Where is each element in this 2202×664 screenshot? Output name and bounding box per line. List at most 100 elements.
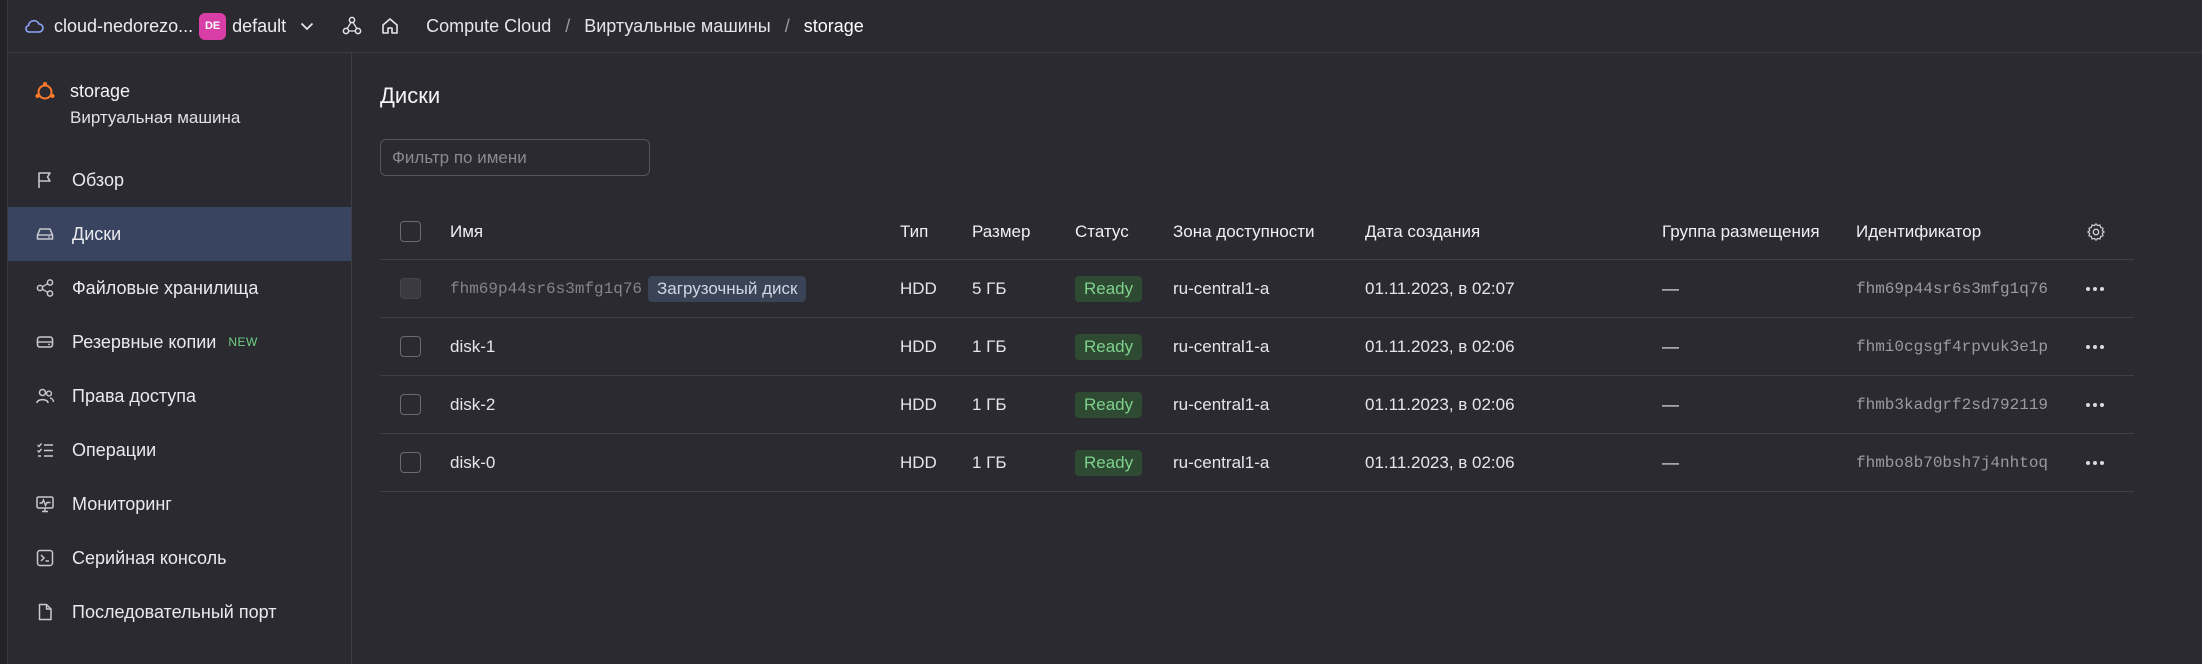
disk-name[interactable]: disk-0 (450, 434, 495, 491)
table-row[interactable]: disk-2 HDD 1 ГБ Ready ru-central1-a 01.1… (380, 376, 2134, 434)
column-header-size[interactable]: Размер (972, 204, 1030, 259)
table-row[interactable]: disk-1 HDD 1 ГБ Ready ru-central1-a 01.1… (380, 318, 2134, 376)
disk-type: HDD (900, 278, 937, 298)
sidebar-item-serial-port[interactable]: Последовательный порт (8, 585, 351, 639)
sidebar-item-overview[interactable]: Обзор (8, 153, 351, 207)
sidebar-item-backups[interactable]: Резервные копии NEW (8, 315, 351, 369)
chevron-down-icon[interactable] (300, 21, 314, 31)
sidebar-item-operations[interactable]: Операции (8, 423, 351, 477)
column-header-name[interactable]: Имя (450, 204, 483, 259)
disk-id: fhm69p44sr6s3mfg1q76 (1856, 279, 2049, 298)
disk-id: fhmb3kadgrf2sd792119 (1856, 395, 2049, 414)
disk-size: 1 ГБ (972, 394, 1007, 414)
more-icon (2086, 286, 2104, 291)
sidebar-item-disks[interactable]: Диски (8, 207, 351, 261)
cloud-selector[interactable]: cloud-nedorezo... (24, 16, 193, 37)
disk-name[interactable]: disk-1 (450, 318, 495, 375)
window-edge (0, 0, 8, 664)
status-badge: Ready (1075, 449, 1143, 476)
folder-avatar[interactable]: DE (199, 12, 227, 40)
column-header-status[interactable]: Статус (1075, 204, 1129, 259)
disk-size: 1 ГБ (972, 336, 1007, 356)
disk-id: fhmbo8b70bsh7j4nhtoq (1856, 453, 2049, 472)
breadcrumb-separator: / (784, 15, 790, 36)
column-header-zone[interactable]: Зона доступности (1173, 204, 1314, 259)
disk-name-cell: fhm69p44sr6s3mfg1q76 Загрузочный диск (450, 260, 807, 317)
table-row[interactable]: fhm69p44sr6s3mfg1q76 Загрузочный диск HD… (380, 260, 2134, 318)
status-badge: Ready (1075, 275, 1143, 302)
disk-name[interactable]: disk-2 (450, 376, 495, 433)
cloud-name: cloud-nedorezo... (54, 15, 194, 36)
cloud-icon (24, 18, 44, 34)
breadcrumb-vms[interactable]: Виртуальные машины (584, 16, 770, 37)
breadcrumb-compute-cloud[interactable]: Compute Cloud (426, 16, 551, 37)
row-actions-button[interactable] (2086, 376, 2104, 433)
row-actions-button[interactable] (2086, 260, 2104, 317)
more-icon (2086, 402, 2104, 407)
disk-id: fhmi0cgsgf4rpvuk3e1p (1856, 337, 2049, 356)
sidebar-item-label: Резервные копии (72, 331, 217, 352)
vm-name: storage (70, 81, 131, 101)
sidebar-item-monitoring[interactable]: Мониторинг (8, 477, 351, 531)
services-graph-icon[interactable] (342, 16, 362, 36)
disk-created: 01.11.2023, в 02:07 (1365, 278, 1515, 298)
sidebar-item-serial-console[interactable]: Серийная консоль (8, 531, 351, 585)
disk-zone: ru-central1-a (1173, 452, 1270, 472)
page-title: Диски (380, 83, 441, 108)
row-checkbox[interactable] (400, 336, 421, 357)
more-icon (2086, 460, 2104, 465)
column-header-type[interactable]: Тип (900, 204, 928, 259)
disks-table: Имя Тип Размер Статус Зона доступности Д… (380, 204, 2134, 492)
row-actions-button[interactable] (2086, 318, 2104, 375)
table-header: Имя Тип Размер Статус Зона доступности Д… (380, 204, 2134, 260)
disk-placement-group: — (1662, 336, 1679, 356)
sidebar-item-file-storages[interactable]: Файловые хранилища (8, 261, 351, 315)
column-header-id[interactable]: Идентификатор (1856, 204, 1981, 259)
disk-size: 1 ГБ (972, 452, 1007, 472)
sidebar-item-label: Операции (72, 439, 157, 460)
status-badge: Ready (1075, 333, 1143, 360)
vm-icon (34, 81, 56, 103)
disk-size: 5 ГБ (972, 278, 1007, 298)
sidebar-item-label: Мониторинг (72, 493, 172, 514)
select-all-checkbox[interactable] (400, 221, 421, 242)
disk-placement-group: — (1662, 452, 1679, 472)
sidebar-item-label: Диски (72, 223, 122, 244)
disk-placement-group: — (1662, 394, 1679, 414)
folder-name[interactable]: default (232, 16, 286, 37)
breadcrumb-separator: / (565, 15, 571, 36)
list-check-icon (34, 439, 56, 461)
monitoring-icon (34, 493, 56, 515)
disk-created: 01.11.2023, в 02:06 (1365, 452, 1515, 472)
main-content: Диски Имя Тип Размер Статус Зона доступн… (353, 53, 2202, 664)
row-checkbox[interactable] (400, 394, 421, 415)
breadcrumb: Compute Cloud / Виртуальные машины / sto… (426, 16, 864, 37)
share-icon (34, 277, 56, 299)
sidebar-item-label: Файловые хранилища (72, 277, 259, 298)
boot-disk-tag: Загрузочный диск (648, 275, 807, 302)
filter-input[interactable] (380, 139, 650, 176)
home-icon[interactable] (380, 16, 400, 36)
breadcrumb-storage: storage (803, 15, 864, 36)
sidebar-item-access[interactable]: Права доступа (8, 369, 351, 423)
table-settings-icon[interactable] (2086, 204, 2106, 259)
disk-zone: ru-central1-a (1173, 336, 1270, 356)
row-actions-button[interactable] (2086, 434, 2104, 491)
disk-zone: ru-central1-a (1173, 394, 1270, 414)
disk-name[interactable]: fhm69p44sr6s3mfg1q76 (450, 280, 642, 298)
disk-type: HDD (900, 394, 937, 414)
sidebar-item-label: Обзор (72, 169, 124, 190)
column-header-created[interactable]: Дата создания (1365, 204, 1480, 259)
row-checkbox[interactable] (400, 452, 421, 473)
row-checkbox (400, 278, 421, 299)
flag-icon (34, 169, 56, 191)
column-header-placement-group[interactable]: Группа размещения (1662, 204, 1820, 259)
sidebar: storage Виртуальная машина Обзор Диски Ф… (8, 53, 352, 664)
new-badge: NEW (228, 335, 258, 349)
more-icon (2086, 344, 2104, 349)
table-row[interactable]: disk-0 HDD 1 ГБ Ready ru-central1-a 01.1… (380, 434, 2134, 492)
status-badge: Ready (1075, 391, 1143, 418)
sidebar-item-label: Права доступа (72, 385, 197, 406)
disk-created: 01.11.2023, в 02:06 (1365, 336, 1515, 356)
disk-created: 01.11.2023, в 02:06 (1365, 394, 1515, 414)
